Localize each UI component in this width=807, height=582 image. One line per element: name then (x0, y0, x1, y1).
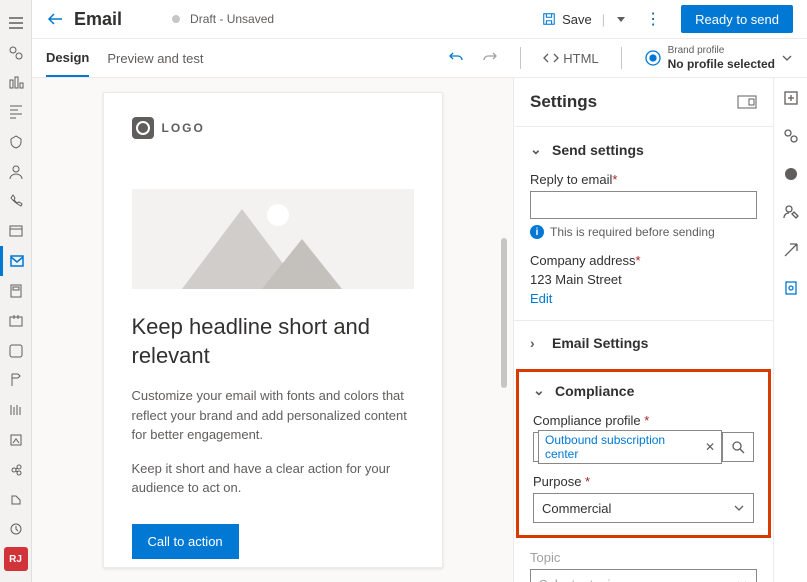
topic-placeholder: Select a topic (539, 577, 617, 582)
rail-item-12[interactable] (0, 366, 32, 396)
cta-button[interactable]: Call to action (132, 524, 239, 559)
purpose-label: Purpose (533, 474, 581, 489)
tab-preview[interactable]: Preview and test (107, 41, 203, 76)
chevron-down-icon (781, 52, 793, 64)
body-text-1[interactable]: Customize your email with fonts and colo… (132, 386, 414, 445)
save-split-chevron-icon[interactable] (617, 17, 625, 22)
send-settings-toggle[interactable]: ⌄ Send settings (530, 137, 757, 162)
reply-to-label: Reply to email (530, 172, 612, 187)
right-tool-rail (773, 78, 807, 582)
rail-item-1[interactable] (0, 38, 32, 68)
canvas-wrap: LOGO Keep headline short and relevant Cu… (32, 78, 513, 582)
rail-item-2[interactable] (0, 68, 32, 98)
body-text-2[interactable]: Keep it short and have a clear action fo… (132, 459, 414, 498)
rail-item-9[interactable] (0, 276, 32, 306)
send-icon[interactable] (781, 240, 801, 260)
rail-item-13[interactable] (0, 395, 32, 425)
headline-text[interactable]: Keep headline short and relevant (132, 313, 414, 370)
rail-item-14[interactable] (0, 425, 32, 455)
hamburger-icon[interactable] (0, 8, 32, 38)
rail-item-email[interactable] (0, 246, 32, 276)
tab-bar: Design Preview and test HTML Brand profi… (32, 38, 807, 78)
chevron-right-icon: › (530, 335, 544, 351)
brand-profile-picker[interactable]: Brand profile No profile selected (644, 46, 793, 71)
search-icon[interactable] (722, 433, 753, 461)
compliance-highlight: ⌄ Compliance Compliance profile * Outbou… (516, 369, 771, 538)
logo-text: LOGO (162, 121, 205, 135)
rail-item-3[interactable] (0, 97, 32, 127)
save-button[interactable]: Save (542, 12, 592, 27)
compliance-profile-label: Compliance profile (533, 413, 641, 428)
add-element-icon[interactable] (781, 88, 801, 108)
reply-info-text: This is required before sending (550, 225, 715, 239)
chevron-down-icon (733, 502, 745, 514)
header-icon[interactable] (737, 95, 757, 109)
right-panel: Settings ⌄ Send settings Reply to email*… (513, 78, 807, 582)
email-settings-toggle[interactable]: › Email Settings (530, 331, 757, 355)
rail-item-15[interactable] (0, 455, 32, 485)
brand-value: No profile selected (668, 57, 775, 71)
redo-icon[interactable] (482, 50, 498, 66)
brand-caption: Brand profile (668, 46, 775, 56)
purpose-select[interactable]: Commercial (533, 493, 754, 523)
undo-icon[interactable] (448, 50, 464, 66)
back-icon[interactable] (46, 10, 64, 28)
status-dot-icon (172, 15, 180, 23)
info-icon: i (530, 225, 544, 239)
theme-icon[interactable] (781, 164, 801, 184)
send-settings-section: ⌄ Send settings Reply to email* i This i… (514, 126, 773, 320)
topic-label: Topic (530, 550, 757, 565)
compliance-toggle[interactable]: ⌄ Compliance (533, 378, 754, 403)
html-button[interactable]: HTML (543, 50, 598, 66)
app-left-rail: RJ (0, 0, 32, 582)
more-actions-icon[interactable]: ⋮ (635, 9, 671, 29)
rail-item-16[interactable] (0, 485, 32, 515)
chevron-down-icon: ⌄ (533, 382, 547, 399)
layers-icon[interactable] (781, 126, 801, 146)
personalize-icon[interactable] (781, 202, 801, 222)
save-label: Save (562, 12, 592, 27)
canvas-scrollbar[interactable] (501, 238, 507, 388)
tab-design[interactable]: Design (46, 40, 89, 77)
purpose-value: Commercial (542, 501, 611, 516)
chevron-down-icon (736, 578, 748, 582)
rail-item-7[interactable] (0, 217, 32, 247)
company-address-value: 123 Main Street (530, 272, 757, 287)
title-bar: Email Draft - Unsaved Save | ⋮ Ready to … (32, 0, 807, 38)
compliance-profile-input[interactable]: Outbound subscription center ✕ (533, 432, 754, 462)
rail-item-10[interactable] (0, 306, 32, 336)
reply-to-input[interactable] (530, 191, 757, 219)
company-address-label: Company address (530, 253, 636, 268)
rail-item-5[interactable] (0, 157, 32, 187)
chevron-down-icon: ⌄ (530, 141, 544, 158)
workspace: LOGO Keep headline short and relevant Cu… (32, 78, 807, 582)
clear-tag-icon[interactable]: ✕ (705, 440, 715, 454)
compliance-profile-value: Outbound subscription center (545, 433, 699, 461)
status-text: Draft - Unsaved (190, 12, 274, 26)
user-avatar[interactable]: RJ (0, 544, 32, 574)
edit-link[interactable]: Edit (530, 291, 552, 306)
topic-select[interactable]: Select a topic (530, 569, 757, 582)
main-area: Email Draft - Unsaved Save | ⋮ Ready to … (32, 0, 807, 582)
email-settings-section: › Email Settings (514, 320, 773, 369)
rail-item-4[interactable] (0, 127, 32, 157)
rail-item-6[interactable] (0, 187, 32, 217)
hero-placeholder-image[interactable] (132, 189, 414, 289)
email-canvas[interactable]: LOGO Keep headline short and relevant Cu… (103, 92, 443, 568)
settings-rail-icon[interactable] (781, 278, 801, 298)
settings-title: Settings (530, 92, 597, 112)
ready-to-send-button[interactable]: Ready to send (681, 5, 793, 33)
logo-icon (132, 117, 154, 139)
rail-item-17[interactable] (0, 515, 32, 545)
page-title: Email (74, 9, 122, 30)
rail-item-11[interactable] (0, 336, 32, 366)
